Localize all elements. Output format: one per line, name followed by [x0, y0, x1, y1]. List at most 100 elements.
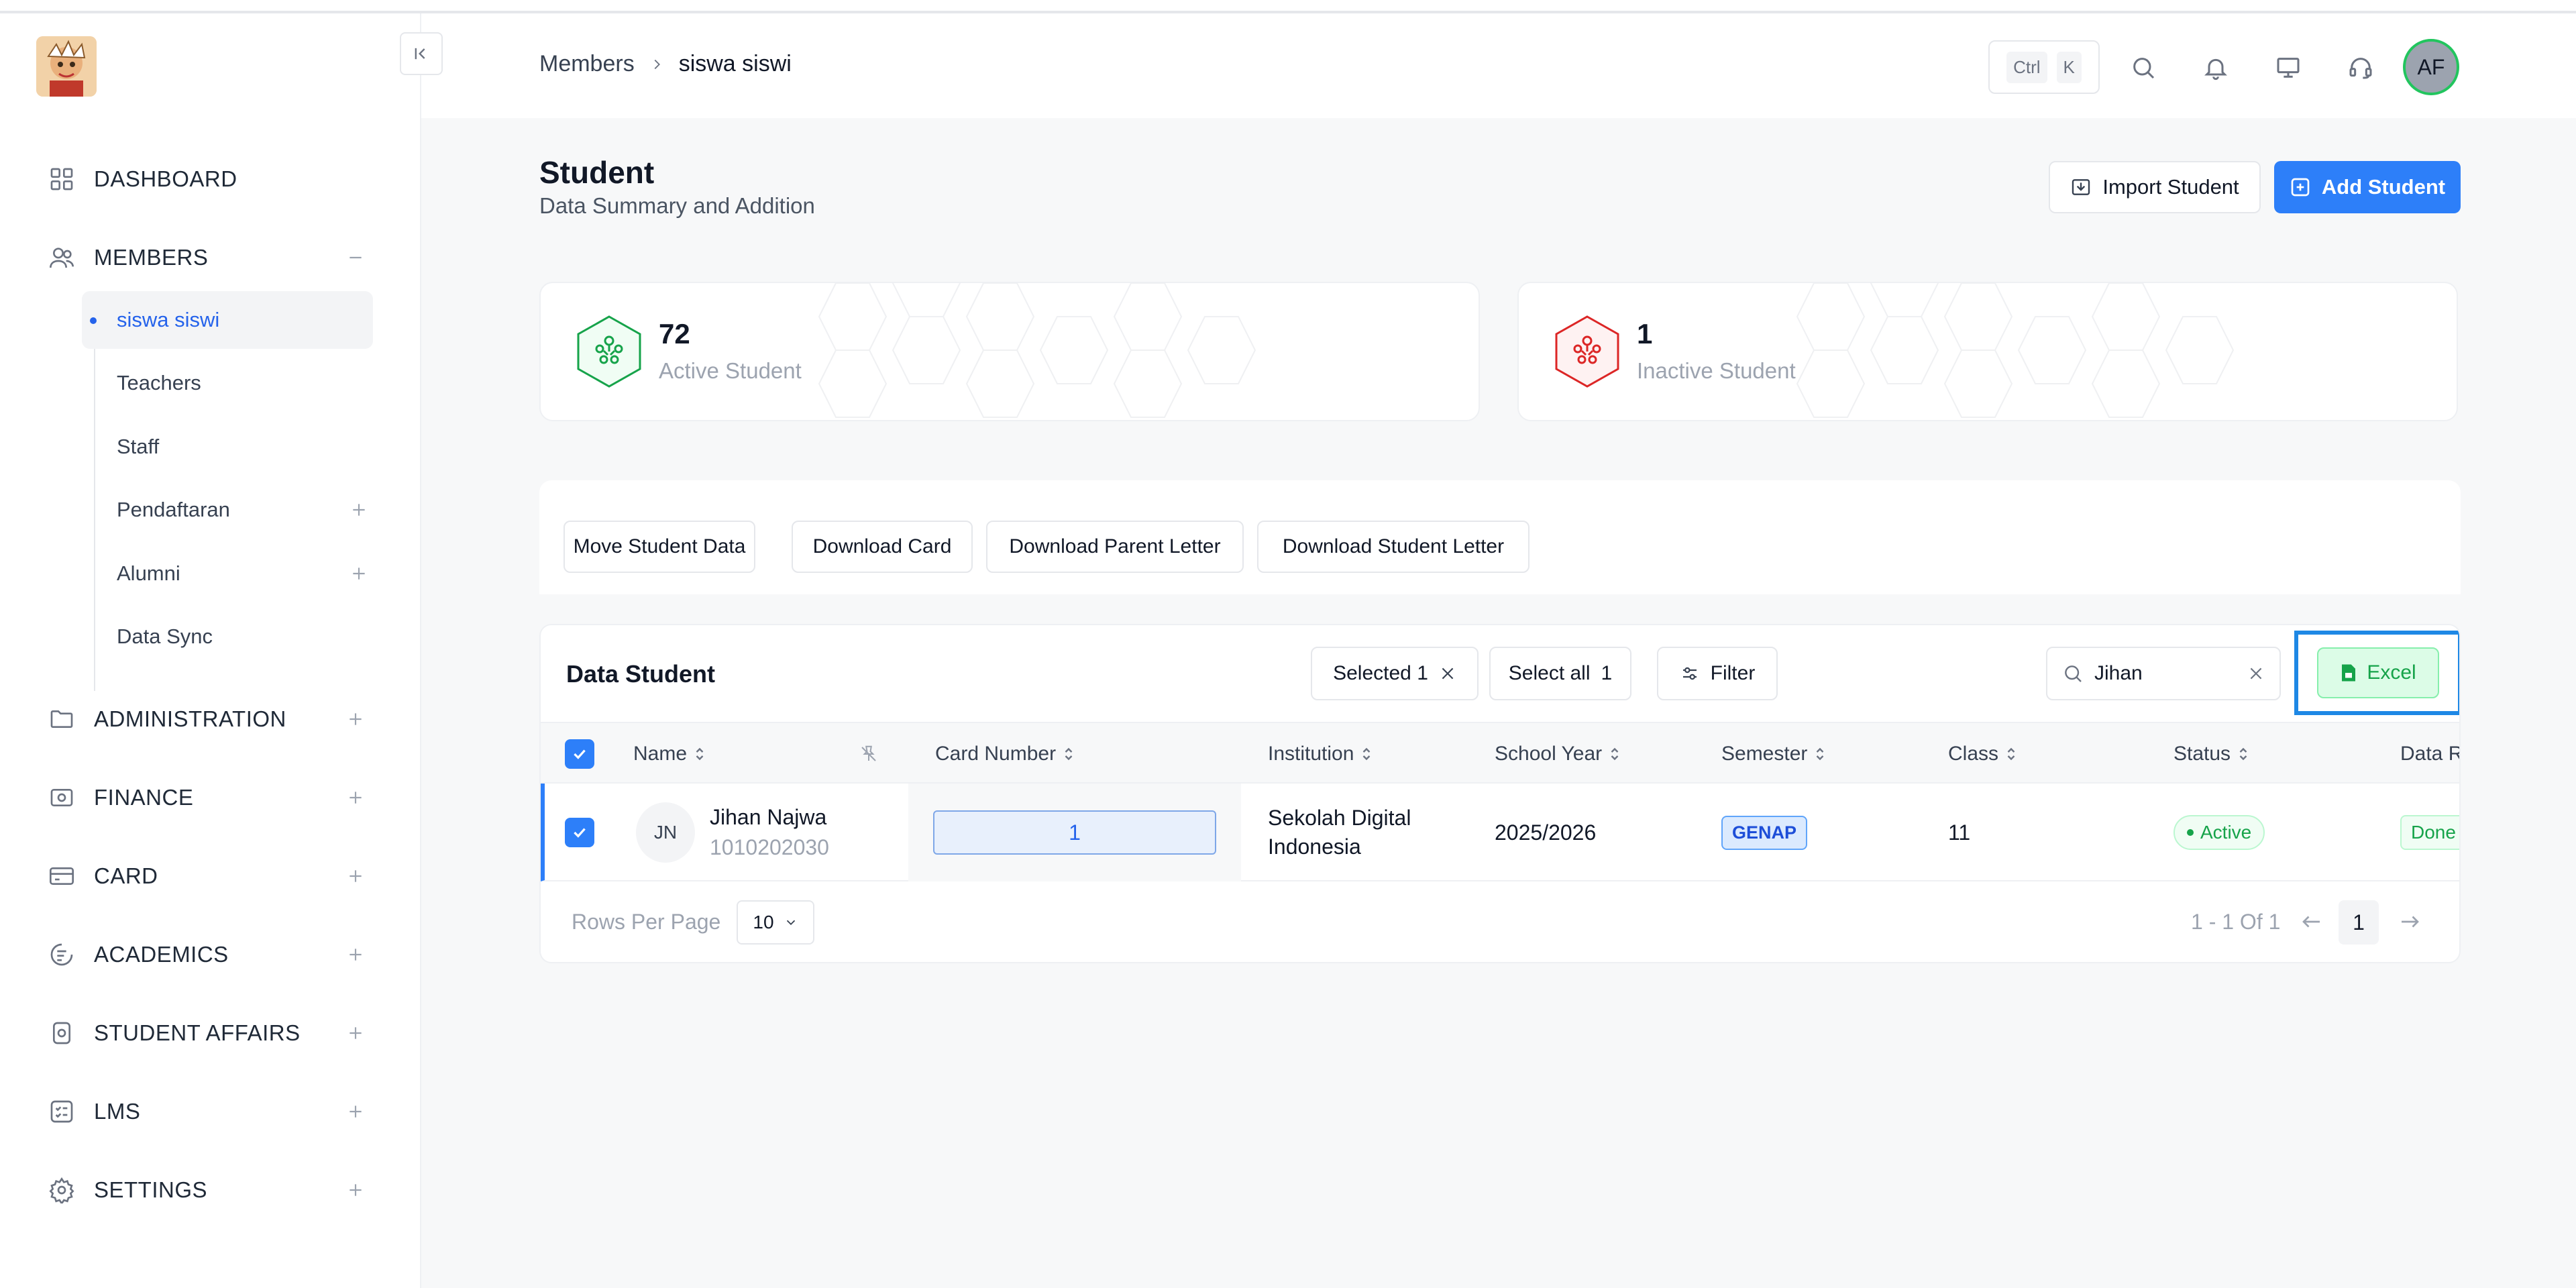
unpin-icon[interactable] [859, 723, 879, 785]
rows-per-page-value: 10 [753, 912, 774, 932]
row-name-cell: Jihan Najwa 1010202030 [710, 784, 829, 881]
card-number-field[interactable]: 1 [933, 810, 1216, 855]
prev-page-icon[interactable] [2298, 908, 2325, 935]
plus-icon[interactable] [342, 863, 369, 890]
search-icon [2062, 663, 2084, 684]
selected-chip[interactable]: Selected 1 [1311, 647, 1479, 700]
rows-per-page-select[interactable]: 10 [737, 900, 814, 945]
plus-icon[interactable] [350, 565, 368, 582]
sub-item-teachers[interactable]: Teachers [82, 354, 373, 412]
status-cell: Active [2174, 784, 2265, 881]
sort-icon [1063, 746, 1075, 762]
spreadsheet-icon [2340, 663, 2357, 683]
column-data-r[interactable]: Data R [2400, 723, 2459, 785]
search-input[interactable] [2094, 662, 2237, 685]
plus-icon[interactable] [342, 1020, 369, 1046]
nav-label: ADMINISTRATION [94, 706, 286, 731]
plus-icon[interactable] [342, 1177, 369, 1203]
bulk-actions-card: Move Student Data Download Card Download… [539, 480, 2461, 594]
nav-lms[interactable]: LMS [47, 1091, 369, 1132]
plus-square-icon [2290, 176, 2311, 198]
excel-export-button[interactable]: Excel [2317, 647, 2439, 698]
academic-icon [47, 940, 76, 969]
import-student-button[interactable]: Import Student [2049, 161, 2261, 213]
select-all-button[interactable]: Select all 1 [1489, 647, 1631, 700]
nav-settings[interactable]: SETTINGS [47, 1170, 369, 1210]
table-row[interactable]: JN Jihan Najwa 1010202030 1 Sekolah Digi… [541, 784, 2459, 881]
select-all-checkbox[interactable] [565, 723, 594, 785]
column-semester[interactable]: Semester [1721, 723, 1826, 785]
nav-dashboard[interactable]: DASHBOARD [47, 159, 369, 199]
plus-icon[interactable] [342, 706, 369, 733]
user-avatar[interactable]: AF [2403, 39, 2459, 95]
select-all-label: Select all [1508, 662, 1591, 684]
download-parent-letter-button[interactable]: Download Parent Letter [986, 521, 1244, 573]
student-nis: 1010202030 [710, 835, 829, 859]
active-student-label: Active Student [659, 358, 802, 383]
current-page-button[interactable]: 1 [2339, 900, 2379, 945]
nav-administration[interactable]: ADMINISTRATION [47, 699, 369, 739]
search-field[interactable] [2046, 647, 2281, 700]
sub-item-siswa-siswi[interactable]: siswa siswi [82, 291, 373, 349]
plus-icon[interactable] [342, 941, 369, 968]
column-institution[interactable]: Institution [1268, 723, 1373, 785]
headset-icon[interactable] [2344, 51, 2377, 85]
hexagon-pattern [1796, 283, 2235, 418]
clear-icon[interactable] [2247, 665, 2265, 682]
nav-card[interactable]: CARD [47, 856, 369, 896]
chevron-right-icon [649, 57, 664, 72]
check-icon [565, 818, 594, 847]
card-icon [47, 861, 76, 891]
breadcrumb-members[interactable]: Members [539, 51, 635, 77]
nav-finance[interactable]: FINANCE [47, 777, 369, 818]
filter-button[interactable]: Filter [1657, 647, 1778, 700]
minus-icon[interactable] [342, 244, 369, 271]
stat-card-inactive: 1 Inactive Student [1517, 282, 2458, 421]
column-name[interactable]: Name [633, 723, 706, 785]
plus-icon[interactable] [342, 784, 369, 811]
move-student-data-button[interactable]: Move Student Data [564, 521, 755, 573]
column-card-number[interactable]: Card Number [935, 723, 1075, 785]
nav-members[interactable]: MEMBERS [47, 237, 369, 278]
sub-item-data-sync[interactable]: Data Sync [82, 608, 373, 665]
sub-item-label: Staff [117, 435, 160, 458]
done-badge: Done [2400, 815, 2459, 850]
k-key: K [2056, 51, 2082, 83]
data-student-table-card: Data Student Selected 1 Select all 1 Fil… [539, 624, 2461, 963]
bell-icon[interactable] [2199, 51, 2233, 85]
close-icon[interactable] [1439, 665, 1456, 682]
download-card-button[interactable]: Download Card [792, 521, 973, 573]
nav-student-affairs[interactable]: STUDENT AFFAIRS [47, 1013, 369, 1053]
sub-item-staff[interactable]: Staff [82, 418, 373, 476]
sliders-icon [1680, 663, 1700, 684]
nav-label: CARD [94, 863, 158, 888]
download-student-letter-button[interactable]: Download Student Letter [1257, 521, 1529, 573]
search-icon[interactable] [2127, 51, 2160, 85]
next-page-icon[interactable] [2396, 908, 2423, 935]
command-shortcut[interactable]: Ctrl K [1988, 40, 2100, 94]
nav-label: SETTINGS [94, 1177, 208, 1202]
semester-badge: GENAP [1721, 815, 1808, 850]
collapse-sidebar-button[interactable] [400, 32, 443, 75]
monitor-icon[interactable] [2271, 51, 2305, 85]
status-dot-icon [2187, 829, 2194, 836]
row-checkbox[interactable] [565, 784, 594, 881]
institution-line2: Indonesia [1268, 835, 1361, 859]
filter-label: Filter [1710, 662, 1756, 684]
row-avatar-cell: JN [636, 784, 695, 881]
users-icon [47, 243, 76, 272]
class-cell: 11 [1948, 820, 1971, 845]
add-student-button[interactable]: Add Student [2274, 161, 2461, 213]
column-status[interactable]: Status [2174, 723, 2249, 785]
nav-label: ACADEMICS [94, 942, 229, 967]
plus-icon[interactable] [342, 1098, 369, 1125]
column-school-year[interactable]: School Year [1495, 723, 1621, 785]
column-class[interactable]: Class [1948, 723, 2017, 785]
sub-item-pendaftaran[interactable]: Pendaftaran [82, 481, 373, 539]
gear-icon [47, 1175, 76, 1205]
nav-academics[interactable]: ACADEMICS [47, 934, 369, 975]
sub-item-alumni[interactable]: Alumni [82, 545, 373, 602]
plus-icon[interactable] [350, 501, 368, 519]
folder-icon [47, 704, 76, 734]
school-logo[interactable] [36, 36, 97, 97]
